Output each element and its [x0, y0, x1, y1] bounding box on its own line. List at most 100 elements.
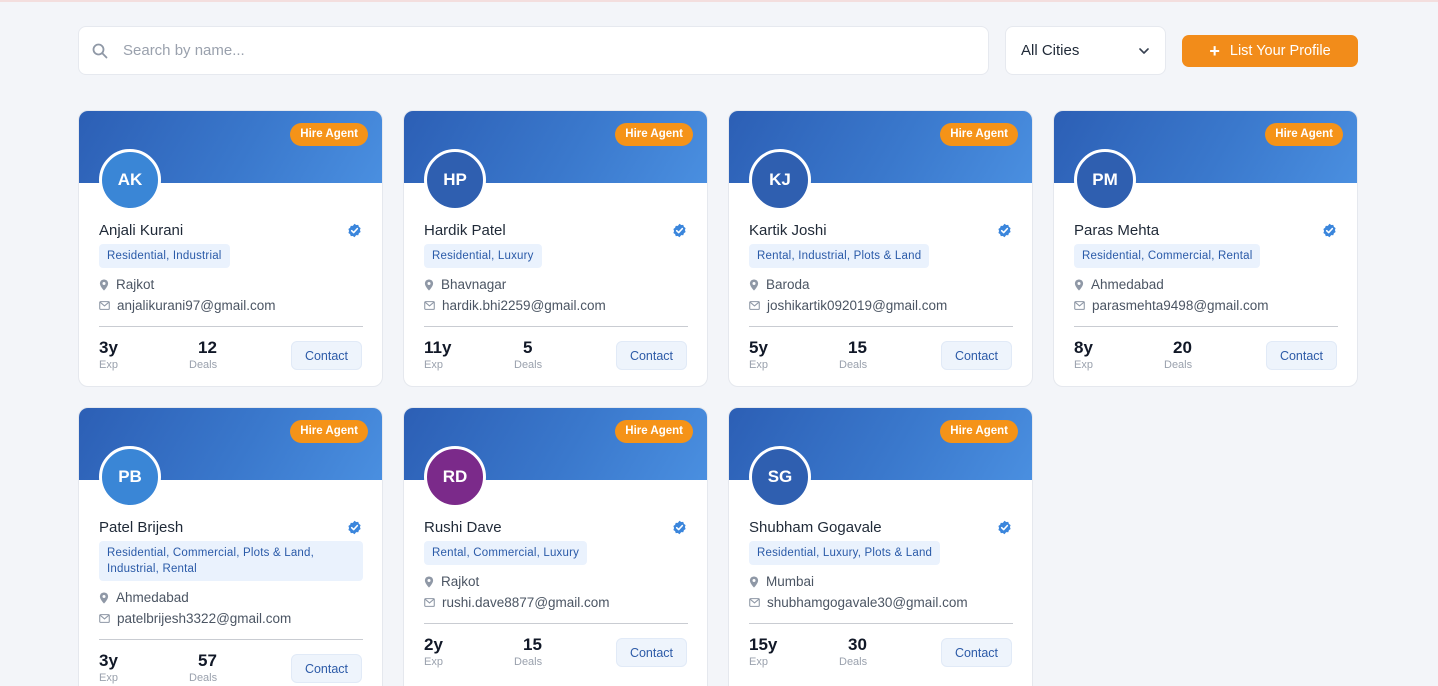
card-divider	[749, 326, 1013, 327]
deals-stat: 20 Deals	[1164, 338, 1192, 372]
verified-badge-icon	[998, 223, 1011, 238]
agent-email[interactable]: parasmehta9498@gmail.com	[1092, 298, 1269, 313]
hire-agent-button[interactable]: Hire Agent	[940, 420, 1018, 443]
avatar: AK	[99, 149, 161, 211]
specialization-tags: Residential, Commercial, Plots & Land, I…	[99, 541, 363, 581]
hire-agent-button[interactable]: Hire Agent	[615, 420, 693, 443]
contact-button[interactable]: Contact	[291, 654, 362, 683]
agent-city: Rajkot	[441, 574, 480, 589]
deals-value: 57	[198, 651, 217, 670]
avatar: HP	[424, 149, 486, 211]
verified-badge-icon	[348, 520, 361, 535]
contact-button[interactable]: Contact	[616, 638, 687, 667]
hire-agent-button[interactable]: Hire Agent	[290, 420, 368, 443]
agent-email[interactable]: rushi.dave8877@gmail.com	[442, 595, 610, 610]
agent-card: Hire Agent HP Hardik Patel Residential, …	[403, 110, 708, 387]
search-box[interactable]	[78, 26, 989, 75]
agent-email[interactable]: anjalikurani97@gmail.com	[117, 298, 276, 313]
search-icon	[92, 43, 108, 59]
avatar: PB	[99, 446, 161, 508]
location-row: Mumbai	[749, 574, 814, 589]
deals-value: 5	[523, 338, 533, 357]
mail-icon	[749, 301, 760, 310]
specialization-tags: Rental, Industrial, Plots & Land	[749, 244, 930, 268]
deals-label: Deals	[839, 359, 868, 371]
agent-email[interactable]: joshikartik092019@gmail.com	[767, 298, 947, 313]
card-divider	[99, 326, 363, 327]
city-filter-value: All Cities	[1021, 42, 1080, 59]
location-pin-icon	[424, 279, 434, 290]
hire-agent-button[interactable]: Hire Agent	[940, 123, 1018, 146]
deals-value: 20	[1173, 338, 1192, 357]
plus-icon: +	[1209, 41, 1220, 61]
experience-label: Exp	[99, 672, 118, 684]
list-your-profile-button[interactable]: + List Your Profile	[1182, 35, 1358, 67]
email-row: joshikartik092019@gmail.com	[749, 298, 947, 313]
agent-city: Mumbai	[766, 574, 815, 589]
specialization-tags: Rental, Commercial, Luxury	[424, 541, 588, 565]
agent-email[interactable]: hardik.bhi2259@gmail.com	[442, 298, 606, 313]
mail-icon	[424, 598, 435, 607]
experience-value: 8y	[1074, 338, 1093, 357]
verified-badge-icon	[348, 223, 361, 238]
location-row: Ahmedabad	[99, 590, 189, 605]
contact-button[interactable]: Contact	[291, 341, 362, 370]
hire-agent-button[interactable]: Hire Agent	[1265, 123, 1343, 146]
email-row: shubhamgogavale30@gmail.com	[749, 595, 968, 610]
location-row: Baroda	[749, 277, 810, 292]
list-your-profile-label: List Your Profile	[1229, 43, 1331, 59]
experience-value: 3y	[99, 338, 118, 357]
agent-card: Hire Agent RD Rushi Dave Rental, Commerc…	[403, 407, 708, 686]
avatar: RD	[424, 446, 486, 508]
agent-name: Shubham Gogavale	[749, 519, 882, 536]
experience-value: 15y	[749, 635, 778, 654]
agent-name: Patel Brijesh	[99, 519, 184, 536]
experience-label: Exp	[99, 359, 118, 371]
mail-icon	[99, 301, 110, 310]
deals-label: Deals	[514, 359, 543, 371]
agent-city: Rajkot	[116, 277, 155, 292]
email-row: parasmehta9498@gmail.com	[1074, 298, 1269, 313]
mail-icon	[99, 614, 110, 623]
verified-badge-icon	[673, 520, 686, 535]
agent-card: Hire Agent SG Shubham Gogavale Residenti…	[728, 407, 1033, 686]
experience-value: 11y	[424, 338, 452, 357]
deals-stat: 12 Deals	[189, 338, 217, 372]
experience-value: 2y	[424, 635, 443, 654]
contact-button[interactable]: Contact	[941, 638, 1012, 667]
contact-button[interactable]: Contact	[1266, 341, 1337, 370]
agent-name: Rushi Dave	[424, 519, 502, 536]
experience-stat: 3y Exp	[99, 651, 118, 685]
location-row: Rajkot	[99, 277, 154, 292]
agent-name: Paras Mehta	[1074, 222, 1160, 239]
agent-grid: Hire Agent AK Anjali Kurani Residential,…	[78, 110, 1358, 686]
experience-label: Exp	[424, 359, 443, 371]
hire-agent-button[interactable]: Hire Agent	[290, 123, 368, 146]
experience-label: Exp	[749, 359, 768, 371]
deals-stat: 15 Deals	[839, 338, 867, 372]
contact-button[interactable]: Contact	[616, 341, 687, 370]
experience-label: Exp	[424, 656, 443, 668]
deals-value: 15	[848, 338, 867, 357]
deals-label: Deals	[189, 359, 218, 371]
deals-value: 30	[848, 635, 867, 654]
verified-badge-icon	[1323, 223, 1336, 238]
agent-email[interactable]: shubhamgogavale30@gmail.com	[767, 595, 968, 610]
hire-agent-button[interactable]: Hire Agent	[615, 123, 693, 146]
card-divider	[1074, 326, 1338, 327]
deals-value: 15	[523, 635, 542, 654]
agent-card: Hire Agent KJ Kartik Joshi Rental, Indus…	[728, 110, 1033, 387]
agent-email[interactable]: patelbrijesh3322@gmail.com	[117, 611, 291, 626]
deals-label: Deals	[514, 656, 543, 668]
verified-badge-icon	[673, 223, 686, 238]
contact-button[interactable]: Contact	[941, 341, 1012, 370]
email-row: rushi.dave8877@gmail.com	[424, 595, 610, 610]
search-input[interactable]	[123, 27, 973, 74]
agent-city: Ahmedabad	[1091, 277, 1164, 292]
specialization-tags: Residential, Industrial	[99, 244, 230, 268]
experience-stat: 8y Exp	[1074, 338, 1093, 372]
experience-value: 5y	[749, 338, 768, 357]
experience-stat: 15y Exp	[749, 635, 777, 669]
city-filter-select[interactable]: All Cities	[1005, 26, 1166, 75]
agent-name: Kartik Joshi	[749, 222, 827, 239]
